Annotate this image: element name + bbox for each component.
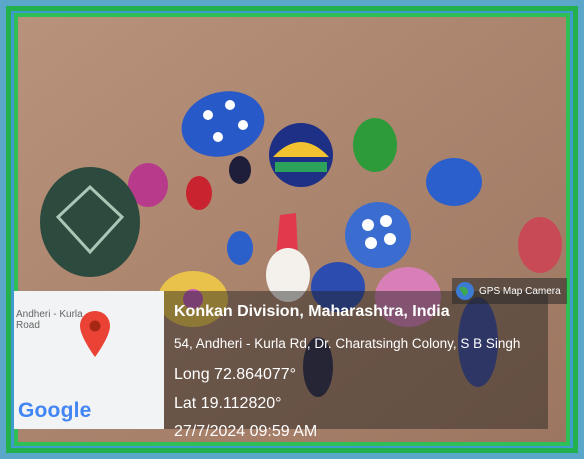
gps-badge-label: GPS Map Camera bbox=[479, 285, 561, 297]
longitude-readout: Long 72.864077° bbox=[174, 366, 297, 383]
google-logo: Google bbox=[18, 399, 92, 422]
datetime-readout: 27/7/2024 09:59 AM bbox=[174, 423, 318, 440]
gps-map-camera-badge: GPS Map Camera bbox=[452, 278, 567, 304]
location-address: 54, Andheri - Kurla Rd, Dr. Charatsingh … bbox=[174, 336, 521, 351]
globe-icon bbox=[456, 282, 474, 300]
map-pin-icon bbox=[80, 311, 110, 357]
mini-map[interactable]: Andheri - Kurla Road Google bbox=[14, 291, 164, 429]
latitude-readout: Lat 19.112820° bbox=[174, 395, 282, 412]
location-title: Konkan Division, Maharashtra, India bbox=[174, 303, 450, 320]
